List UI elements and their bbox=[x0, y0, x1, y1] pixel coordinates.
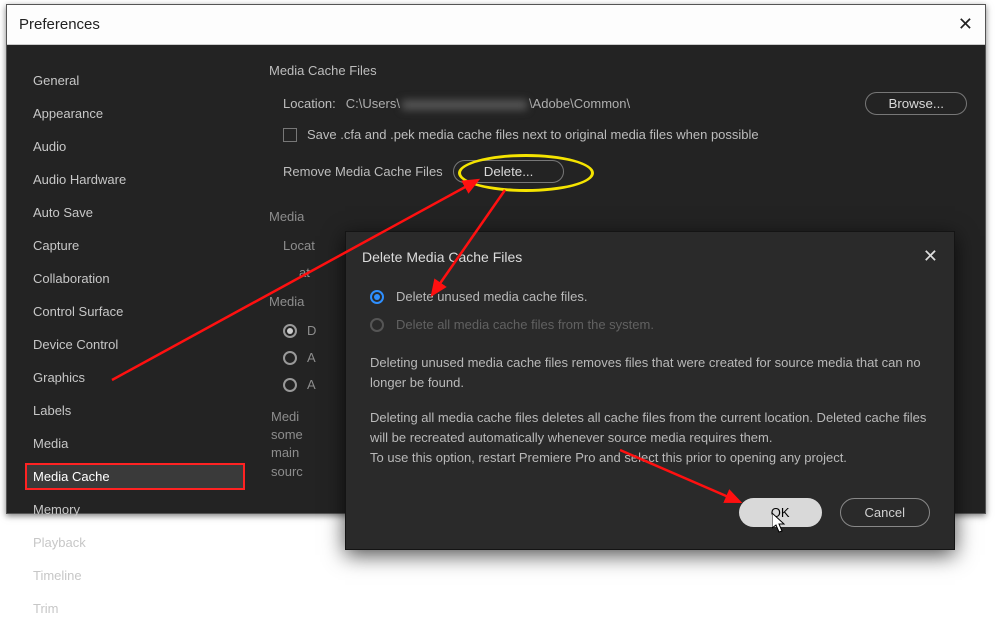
sidebar-item-media-cache[interactable]: Media Cache bbox=[25, 463, 245, 490]
sidebar-item-trim[interactable]: Trim bbox=[25, 595, 245, 622]
sidebar-item-graphics[interactable]: Graphics bbox=[25, 364, 245, 391]
sidebar-item-auto-save[interactable]: Auto Save bbox=[25, 199, 245, 226]
save-cfa-pek-row[interactable]: Save .cfa and .pek media cache files nex… bbox=[269, 123, 967, 150]
option-delete-all-label: Delete all media cache files from the sy… bbox=[396, 315, 654, 335]
radio-delete-unused[interactable] bbox=[370, 290, 384, 304]
location-row: Location: C:\Users\ \Adobe\Common\ Browse… bbox=[269, 88, 967, 123]
radio-d[interactable] bbox=[283, 324, 297, 338]
dialog-close-icon[interactable]: ✕ bbox=[923, 246, 938, 267]
sidebar-item-audio-hardware[interactable]: Audio Hardware bbox=[25, 166, 245, 193]
section-media-cache-files: Media Cache Files bbox=[269, 63, 967, 78]
preferences-titlebar: Preferences ✕ bbox=[7, 5, 985, 45]
radio-d-label: D bbox=[307, 323, 316, 338]
sidebar-item-general[interactable]: General bbox=[25, 67, 245, 94]
radio-a1-label: A bbox=[307, 350, 316, 365]
sidebar-item-media[interactable]: Media bbox=[25, 430, 245, 457]
dialog-title-text: Delete Media Cache Files bbox=[362, 249, 522, 265]
option-delete-all: Delete all media cache files from the sy… bbox=[370, 311, 930, 339]
remove-cache-row: Remove Media Cache Files Delete... bbox=[269, 156, 967, 191]
sidebar-item-timeline[interactable]: Timeline bbox=[25, 562, 245, 589]
dialog-titlebar: Delete Media Cache Files ✕ bbox=[346, 232, 954, 277]
dialog-para-2a: Deleting all media cache files deletes a… bbox=[370, 410, 926, 445]
save-cfa-pek-checkbox[interactable] bbox=[283, 128, 297, 142]
section-media-2: Media bbox=[269, 209, 967, 224]
radio-a1[interactable] bbox=[283, 351, 297, 365]
sidebar-item-appearance[interactable]: Appearance bbox=[25, 100, 245, 127]
save-cfa-pek-label: Save .cfa and .pek media cache files nex… bbox=[307, 127, 759, 142]
sidebar-item-audio[interactable]: Audio bbox=[25, 133, 245, 160]
delete-media-cache-dialog: Delete Media Cache Files ✕ Delete unused… bbox=[345, 231, 955, 550]
close-icon[interactable]: ✕ bbox=[958, 14, 973, 35]
location-path-prefix: C:\Users\ bbox=[346, 96, 400, 111]
preferences-title: Preferences bbox=[19, 16, 100, 33]
sidebar-item-labels[interactable]: Labels bbox=[25, 397, 245, 424]
remove-cache-label: Remove Media Cache Files bbox=[283, 164, 443, 179]
dialog-para-2: Deleting all media cache files deletes a… bbox=[370, 408, 930, 468]
sidebar-item-capture[interactable]: Capture bbox=[25, 232, 245, 259]
radio-delete-all bbox=[370, 318, 384, 332]
location-path: C:\Users\ \Adobe\Common\ bbox=[346, 96, 856, 111]
location-redacted bbox=[402, 100, 527, 110]
location-label: Location: bbox=[283, 96, 336, 111]
locat-label: Locat bbox=[283, 238, 315, 253]
radio-a2-label: A bbox=[307, 377, 316, 392]
dialog-body: Delete unused media cache files. Delete … bbox=[346, 277, 954, 478]
dialog-footer: OK Cancel bbox=[346, 478, 954, 549]
location-path-suffix: \Adobe\Common\ bbox=[529, 96, 630, 111]
sidebar-item-control-surface[interactable]: Control Surface bbox=[25, 298, 245, 325]
radio-a2[interactable] bbox=[283, 378, 297, 392]
sidebar-item-collaboration[interactable]: Collaboration bbox=[25, 265, 245, 292]
dialog-para-1: Deleting unused media cache files remove… bbox=[370, 353, 930, 393]
dialog-para-2b: To use this option, restart Premiere Pro… bbox=[370, 450, 847, 465]
sidebar-item-playback[interactable]: Playback bbox=[25, 529, 245, 556]
at-label: at bbox=[299, 265, 310, 280]
browse-button[interactable]: Browse... bbox=[865, 92, 967, 115]
option-delete-unused-label: Delete unused media cache files. bbox=[396, 287, 588, 307]
delete-button[interactable]: Delete... bbox=[453, 160, 565, 183]
sidebar-item-memory[interactable]: Memory bbox=[25, 496, 245, 523]
ok-button[interactable]: OK bbox=[739, 498, 822, 527]
preferences-sidebar: General Appearance Audio Audio Hardware … bbox=[25, 63, 245, 495]
sidebar-item-device-control[interactable]: Device Control bbox=[25, 331, 245, 358]
option-delete-unused[interactable]: Delete unused media cache files. bbox=[370, 283, 930, 311]
cancel-button[interactable]: Cancel bbox=[840, 498, 930, 527]
